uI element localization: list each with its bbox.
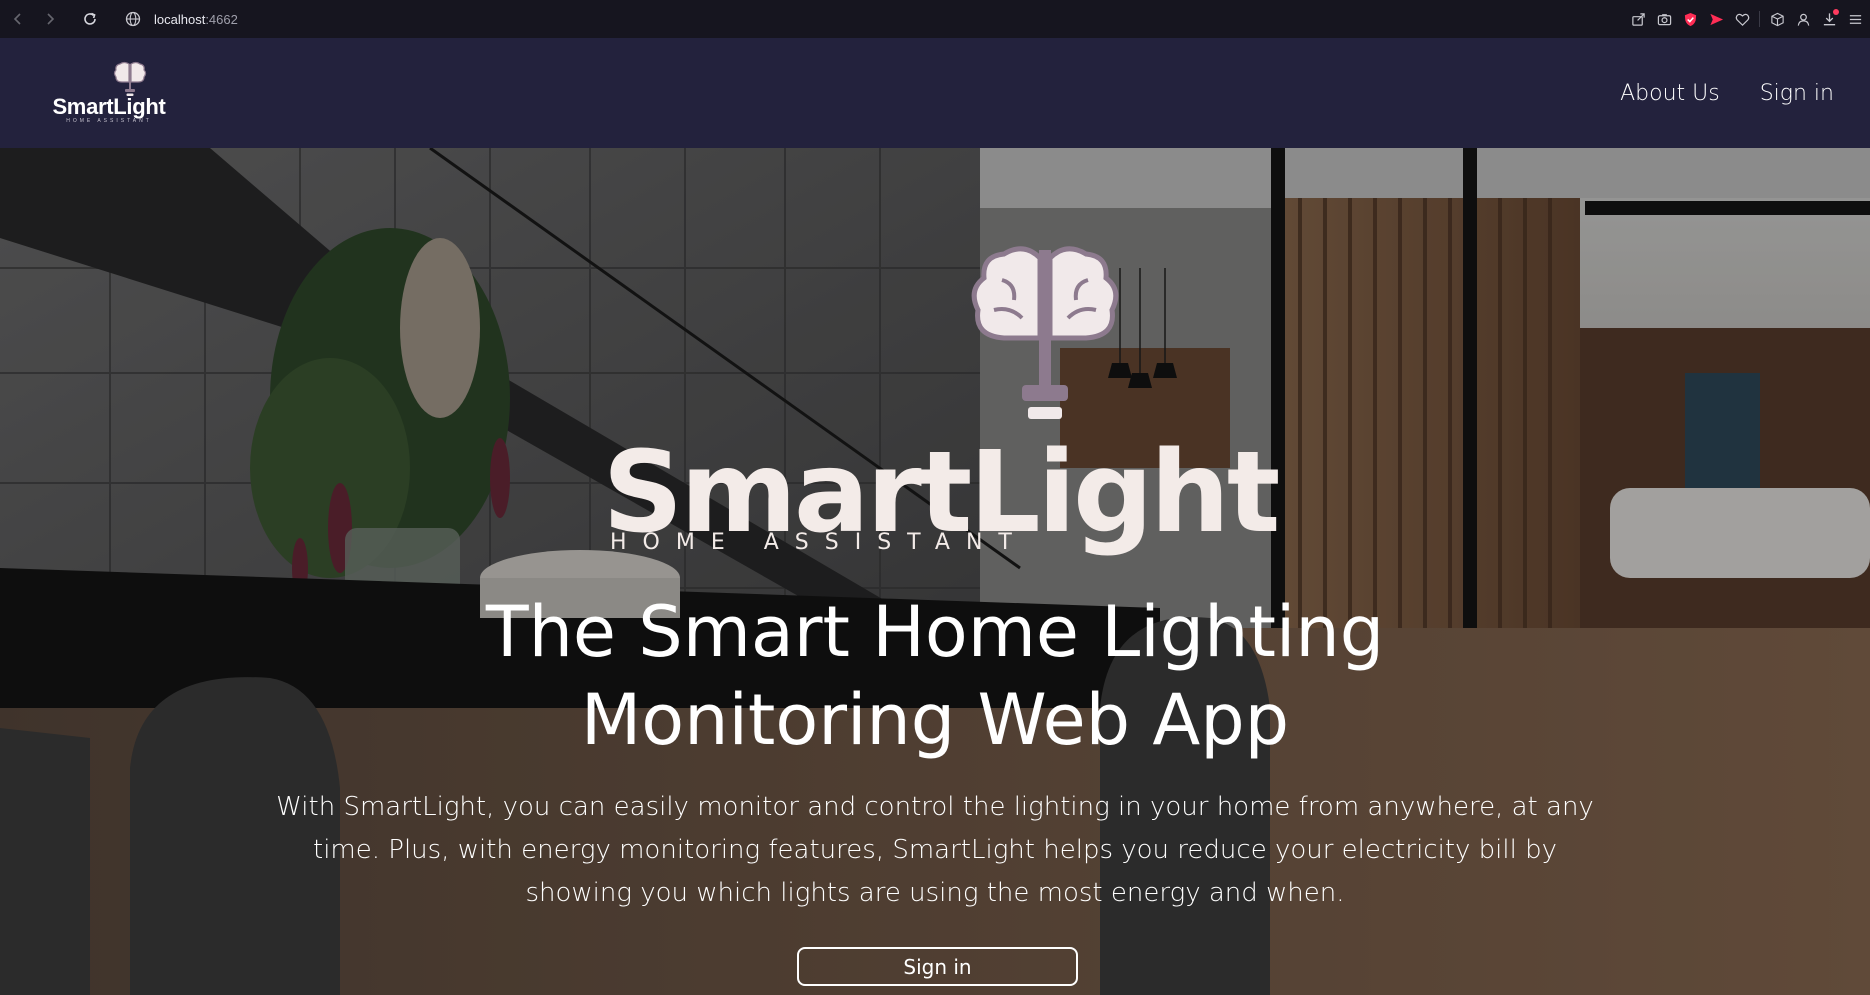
toolbar-separator (1759, 11, 1760, 27)
back-button[interactable] (4, 5, 32, 33)
extensions-icon[interactable] (1768, 10, 1786, 28)
downloads-icon[interactable] (1820, 9, 1839, 28)
forward-icon (47, 13, 55, 25)
screenshot-icon[interactable] (1655, 10, 1673, 28)
heart-icon[interactable] (1733, 10, 1751, 28)
nav-links: About Us Sign in (1620, 38, 1834, 148)
hero-title-line-1: The Smart Home Lighting (485, 591, 1385, 673)
notification-dot (1833, 9, 1839, 15)
address-bar[interactable]: localhost:4662 (154, 12, 238, 27)
shield-icon[interactable] (1681, 10, 1699, 28)
url-port: :4662 (205, 11, 238, 27)
brand-tagline: HOME ASSISTANT (66, 118, 152, 124)
nav-sign-in-link[interactable]: Sign in (1760, 81, 1834, 106)
brand-logo[interactable]: SmartLight HOME ASSISTANT (44, 60, 174, 128)
hero-description: With SmartLight, you can easily monitor … (276, 792, 1594, 908)
reload-icon (84, 12, 96, 25)
send-icon[interactable] (1707, 10, 1725, 28)
brand-name: SmartLight (52, 94, 166, 119)
reload-button[interactable] (76, 5, 104, 33)
hero-section: SmartLight HOME ASSISTANT The Smart Home… (0, 148, 1870, 995)
back-icon (13, 13, 21, 25)
hero-title-line-2: Monitoring Web App (580, 679, 1290, 761)
hero-title: The Smart Home Lighting Monitoring Web A… (335, 588, 1535, 764)
browser-extensions (1629, 0, 1864, 38)
menu-icon[interactable] (1846, 10, 1864, 28)
hero-sign-in-button[interactable]: Sign in (797, 947, 1078, 986)
share-icon[interactable] (1629, 10, 1647, 28)
nav-about-us-link[interactable]: About Us (1620, 81, 1720, 106)
hero-logo-tagline: HOME ASSISTANT (610, 530, 1028, 555)
site-navbar: SmartLight HOME ASSISTANT About Us Sign … (0, 38, 1870, 148)
site-info-icon[interactable] (124, 10, 142, 28)
brain-bulb-logo-icon (971, 246, 1119, 419)
url-host: localhost (154, 11, 206, 27)
profile-icon[interactable] (1794, 10, 1812, 28)
forward-button[interactable] (36, 5, 64, 33)
browser-toolbar: localhost:4662 (0, 0, 1870, 38)
